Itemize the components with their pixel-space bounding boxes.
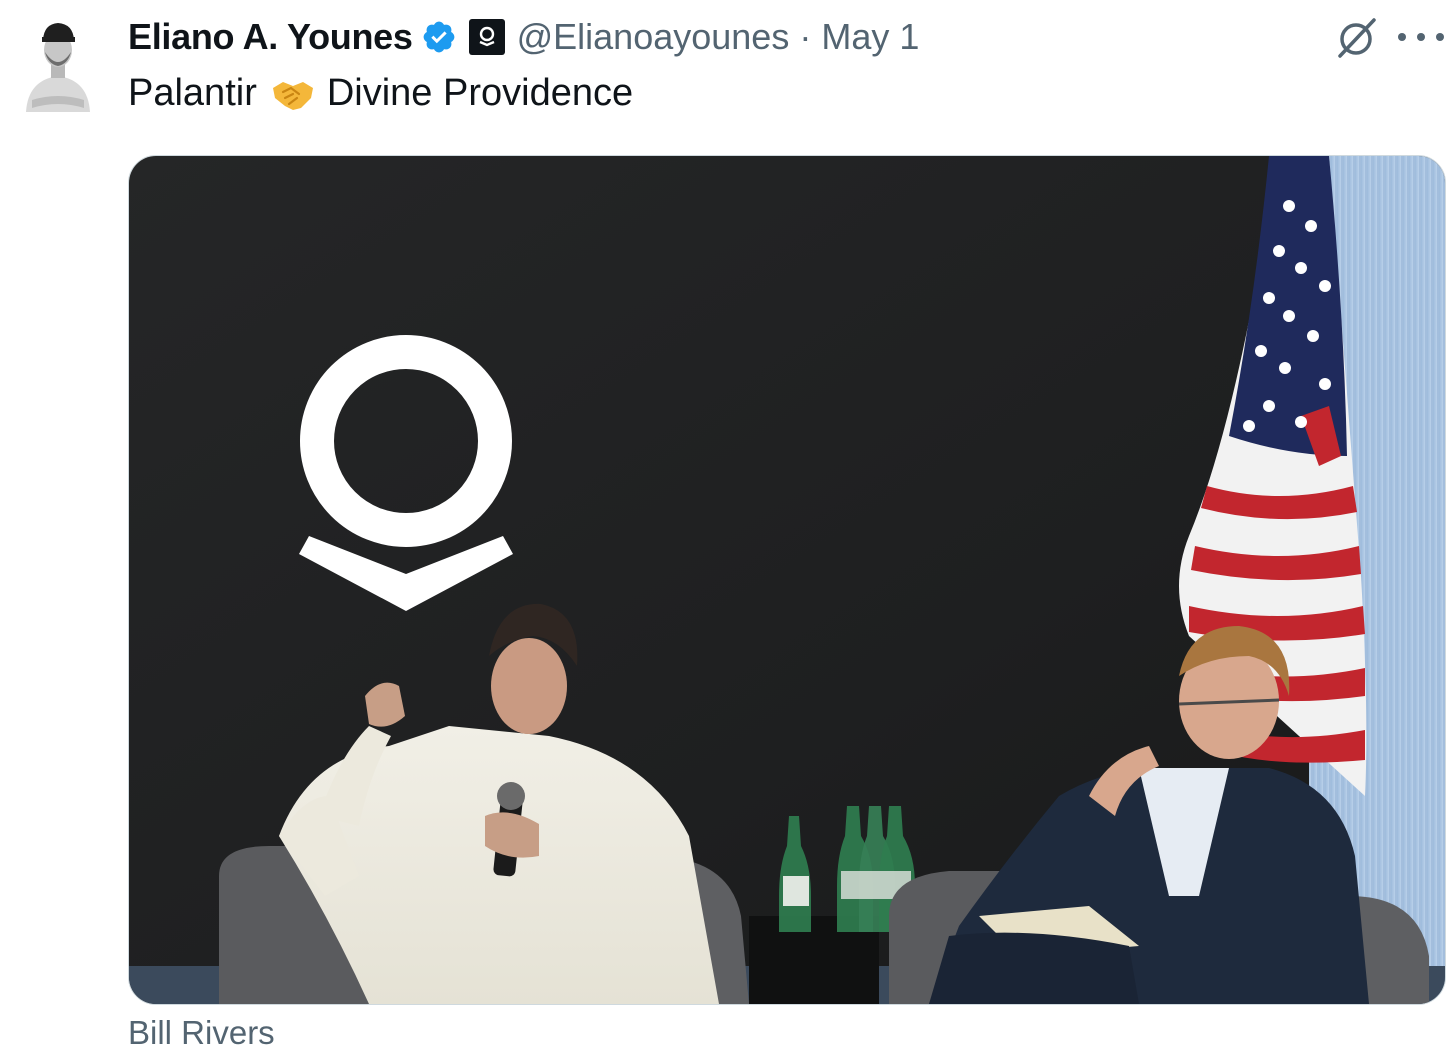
- author-avatar[interactable]: [18, 8, 98, 112]
- author-name[interactable]: Eliano A. Younes: [128, 16, 413, 58]
- more-dot: [1398, 33, 1406, 41]
- media-caption: Bill Rivers: [128, 1014, 275, 1051]
- author-handle[interactable]: @Elianoayounes: [517, 16, 790, 58]
- grok-icon[interactable]: [1332, 14, 1380, 62]
- palantir-affiliate-icon[interactable]: [468, 19, 505, 55]
- tweet-text: Palantir Divine Providence: [128, 72, 633, 115]
- tweet-text-part-1: Palantir: [128, 72, 257, 114]
- tweet-header: Eliano A. Younes @Elianoayounes · May 1: [128, 12, 919, 62]
- tweet-media-video[interactable]: [128, 155, 1446, 1005]
- more-dot: [1417, 33, 1425, 41]
- verified-badge-icon: [423, 21, 454, 53]
- tweet: Eliano A. Younes @Elianoayounes · May 1 …: [0, 0, 1456, 1059]
- more-dot: [1436, 33, 1444, 41]
- handshake-emoji: [272, 81, 313, 110]
- tweet-date[interactable]: May 1: [821, 16, 919, 58]
- separator-dot: ·: [799, 16, 812, 57]
- more-options-icon[interactable]: [1398, 20, 1444, 54]
- tweet-text-part-2: Divine Providence: [326, 72, 634, 114]
- video-frame: [129, 156, 1445, 1004]
